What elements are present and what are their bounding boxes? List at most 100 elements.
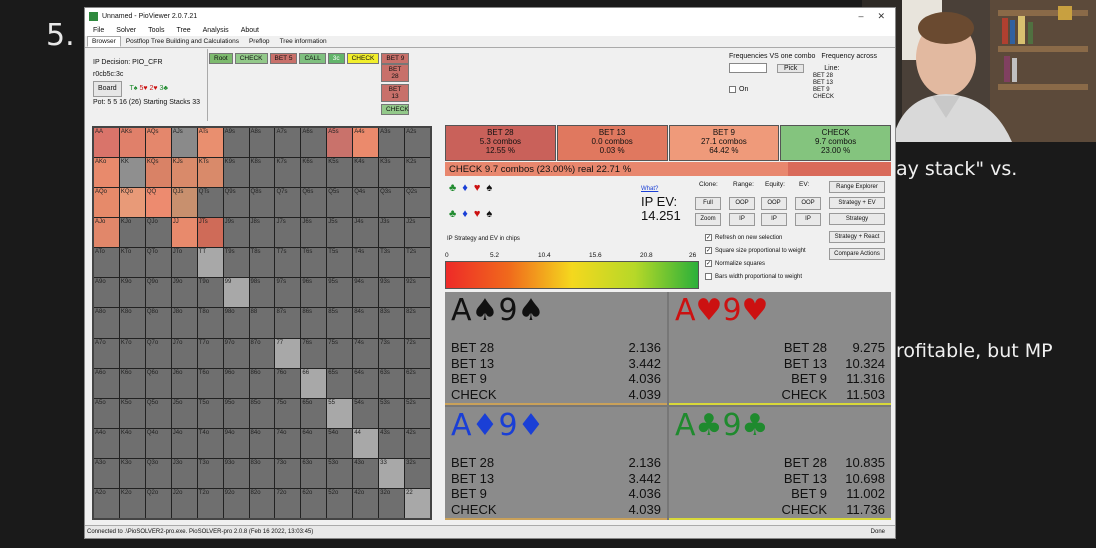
range-cell[interactable]: 65o [301,398,327,428]
range-cell[interactable]: T4o [197,428,223,458]
range-cell[interactable]: 95s [327,278,353,308]
club-filter-icon[interactable]: ♣ [449,208,456,220]
equity-ip-button[interactable]: IP [761,213,787,226]
range-cell[interactable]: K2s [405,158,430,188]
tree-node-bet5[interactable]: BET 5 [269,53,298,64]
range-cell[interactable]: K4s [353,158,379,188]
menu-about[interactable]: About [241,27,259,34]
range-cell[interactable]: KTo [119,248,145,278]
range-cell[interactable]: K6o [119,368,145,398]
range-cell[interactable]: T8o [197,308,223,338]
range-cell[interactable]: 64s [353,368,379,398]
menu-file[interactable]: File [93,27,104,34]
range-cell[interactable]: J2s [405,218,430,248]
range-cell[interactable]: 75s [327,338,353,368]
range-cell[interactable]: 53s [379,398,405,428]
range-cell[interactable]: A8s [249,128,275,158]
range-cell[interactable]: 42s [405,428,430,458]
range-cell[interactable]: K8s [249,158,275,188]
range-cell[interactable]: J4s [353,218,379,248]
range-cell[interactable]: 92s [405,278,430,308]
range-cell[interactable]: T3o [197,458,223,488]
range-cell[interactable]: K9s [223,158,249,188]
range-cell[interactable]: QQ [145,188,171,218]
range-cell[interactable]: K9o [119,278,145,308]
range-cell[interactable]: 77 [275,338,301,368]
range-cell[interactable]: K7o [119,338,145,368]
normalize-checkbox[interactable]: ✓ Normalize squares [705,260,765,267]
range-cell[interactable]: J4o [171,428,197,458]
range-cell[interactable]: T9s [223,248,249,278]
range-cell[interactable]: 82o [249,488,275,518]
minimize-icon[interactable]: – [858,11,863,22]
checkbox-box[interactable]: ✓ [705,247,712,254]
menu-tools[interactable]: Tools [148,27,164,34]
range-cell[interactable]: A8o [94,308,119,338]
range-cell[interactable]: 73s [379,338,405,368]
range-cell[interactable]: K7s [275,158,301,188]
range-cell[interactable]: 88 [249,308,275,338]
range-cell[interactable]: 73o [275,458,301,488]
range-cell[interactable]: 74o [275,428,301,458]
range-cell[interactable]: 62s [405,368,430,398]
range-cell[interactable]: KJs [171,158,197,188]
range-cell[interactable]: T7o [197,338,223,368]
heart-filter-icon[interactable]: ♥ [474,182,481,194]
range-cell[interactable]: A9s [223,128,249,158]
action-bar-bet9[interactable]: BET 9 27.1 combos 64.42 % [668,125,780,161]
range-cell[interactable]: 52s [405,398,430,428]
range-cell[interactable]: J8s [249,218,275,248]
range-cell[interactable]: T7s [275,248,301,278]
on-checkbox[interactable] [729,85,736,93]
range-cell[interactable]: AA [94,128,119,158]
range-cell[interactable]: A6o [94,368,119,398]
range-cell[interactable]: 32o [379,488,405,518]
range-cell[interactable]: T5s [327,248,353,278]
range-cell[interactable]: 54o [327,428,353,458]
range-cell[interactable]: QJs [171,188,197,218]
tree-node-card[interactable]: 3c [327,53,345,64]
range-cell[interactable]: 52o [327,488,353,518]
range-cell[interactable]: 99 [223,278,249,308]
range-cell[interactable]: 84o [249,428,275,458]
menu-analysis[interactable]: Analysis [203,27,229,34]
range-cell[interactable]: AKo [94,158,119,188]
ev-oop-button[interactable]: OOP [795,197,821,210]
zoom-button[interactable]: Zoom [695,213,721,226]
range-cell[interactable]: 93o [223,458,249,488]
spade-filter-icon[interactable]: ♠ [486,182,492,194]
range-cell[interactable]: J9s [223,218,249,248]
range-cell[interactable]: KJo [119,218,145,248]
range-cell[interactable]: K3s [379,158,405,188]
range-cell[interactable]: Q3o [145,458,171,488]
hand-cell[interactable]: A♥9♥ BET 28 9.275 BET 13 10.324 BET 9 11.31… [669,292,891,405]
range-cell[interactable]: A5o [94,398,119,428]
tree-node-root[interactable]: Root [209,53,233,64]
range-cell[interactable]: KK [119,158,145,188]
range-cell[interactable]: K4o [119,428,145,458]
range-cell[interactable]: 82s [405,308,430,338]
spade-filter-icon[interactable]: ♠ [486,208,492,220]
tree-node-bet9[interactable]: BET 9 [381,53,410,64]
range-cell[interactable]: A7o [94,338,119,368]
hand-cell[interactable]: A♣9♣ BET 28 10.835 BET 13 10.698 BET 9 11.0… [669,407,891,520]
tab-tree-information[interactable]: Tree information [275,36,332,47]
range-cell[interactable]: A3s [379,128,405,158]
range-cell[interactable]: 86s [301,308,327,338]
range-cell[interactable]: AQo [94,188,119,218]
equity-oop-button[interactable]: OOP [761,197,787,210]
range-cell[interactable]: QTo [145,248,171,278]
what-link[interactable]: What? [641,186,658,192]
range-cell[interactable]: 33 [379,458,405,488]
range-cell[interactable]: 86o [249,368,275,398]
range-cell[interactable]: T6s [301,248,327,278]
range-oop-button[interactable]: OOP [729,197,755,210]
range-cell[interactable]: Q8s [249,188,275,218]
hand-cell[interactable]: A♠9♠ BET 28 2.136 BET 13 3.442 BET 9 4.036 … [445,292,667,405]
range-cell[interactable]: 22 [405,488,430,518]
diamond-filter-icon[interactable]: ♦ [462,208,468,220]
range-cell[interactable]: J3o [171,458,197,488]
range-cell[interactable]: 63o [301,458,327,488]
range-cell[interactable]: K3o [119,458,145,488]
range-cell[interactable]: T2s [405,248,430,278]
